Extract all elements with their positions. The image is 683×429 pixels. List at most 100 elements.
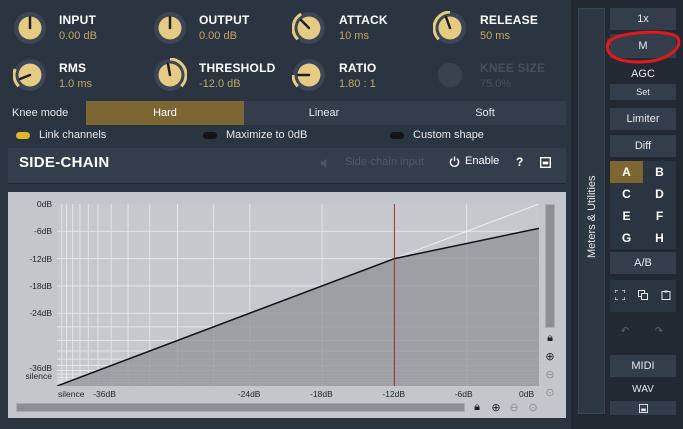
knob-value-threshold: -12.0 dB xyxy=(199,78,241,90)
knob-value-knee-size: 75.0% xyxy=(480,78,512,90)
preset-slot-b[interactable]: B xyxy=(643,161,676,183)
wav-label: WAV xyxy=(632,384,654,395)
custom-shape-label: Custom shape xyxy=(413,129,484,141)
ab-button[interactable]: A/B xyxy=(610,252,676,274)
limiter-button[interactable]: Limiter xyxy=(610,108,676,130)
knob-input[interactable] xyxy=(13,11,47,45)
meters-utilities-label: Meters & Utilities xyxy=(586,175,598,258)
knob-value-release: 50 ms xyxy=(480,30,510,42)
fullscreen-icon[interactable] xyxy=(611,286,629,304)
sidechain-title: SIDE-CHAIN xyxy=(19,154,110,171)
agc-label: AGC xyxy=(631,68,655,80)
preset-slot-c[interactable]: C xyxy=(610,183,643,205)
zoom-out-icon-vertical[interactable]: ⊖ xyxy=(543,368,557,381)
help-icon[interactable]: ? xyxy=(516,155,523,169)
preset-slot-a[interactable]: A xyxy=(610,161,643,183)
ratio-knob-icon xyxy=(292,59,325,91)
x-tick-label: -6dB xyxy=(454,389,473,399)
y-tick-label: -18dB xyxy=(29,280,52,291)
x-tick-label: -24dB xyxy=(237,389,261,399)
zoom-reset-icon-vertical[interactable]: ⊙ xyxy=(543,386,557,399)
custom-shape-switch-icon xyxy=(390,131,404,139)
paste-icon[interactable] xyxy=(657,286,675,304)
x-tick-label: -12dB xyxy=(382,389,406,399)
x-tick-label: silence xyxy=(58,389,85,399)
transfer-curve-plot[interactable] xyxy=(57,204,539,386)
knee-hard-button[interactable]: Hard xyxy=(86,101,244,125)
knob-ratio[interactable] xyxy=(292,58,326,92)
midi-button[interactable]: MIDI xyxy=(610,355,676,377)
knee-size-knob-icon xyxy=(437,62,463,88)
y-tick-label: -12dB xyxy=(29,253,52,264)
knob-label-rms: RMS xyxy=(59,61,87,75)
zoom-reset-icon-horizontal[interactable]: ⊙ xyxy=(526,401,540,414)
knee-soft-button[interactable]: Soft xyxy=(404,101,566,125)
zoom-out-icon-horizontal[interactable]: ⊖ xyxy=(507,401,521,414)
y-tick-label: 0dB xyxy=(36,199,52,209)
knob-value-rms: 1.0 ms xyxy=(59,78,93,90)
vertical-scrollbar[interactable] xyxy=(545,204,555,328)
knob-knee-size xyxy=(437,62,463,88)
knee-mode-label: Knee mode xyxy=(12,107,69,119)
link-channels-switch-icon xyxy=(16,131,30,139)
preset-slot-f[interactable]: F xyxy=(643,205,676,227)
maximize-toggle[interactable]: Maximize to 0dB xyxy=(203,128,307,142)
diff-button[interactable]: Diff xyxy=(610,135,676,157)
knob-rms[interactable] xyxy=(13,58,47,92)
sidechain-input-label: Side-chain input xyxy=(345,156,424,168)
wav-save-icon xyxy=(638,403,648,413)
zoom-in-icon-vertical[interactable]: ⊕ xyxy=(543,350,557,363)
undo-icon[interactable]: ↶ xyxy=(616,322,634,340)
knob-threshold[interactable] xyxy=(153,58,187,92)
knob-label-ratio: RATIO xyxy=(339,61,377,75)
knob-label-knee-size: KNEE SIZE xyxy=(480,61,546,75)
attack-knob-icon xyxy=(292,12,325,44)
knee-linear-button[interactable]: Linear xyxy=(244,101,404,125)
knob-value-ratio: 1.80 : 1 xyxy=(339,78,376,90)
preset-slot-e[interactable]: E xyxy=(610,205,643,227)
knob-label-release: RELEASE xyxy=(480,13,539,27)
knob-value-output: 0.00 dB xyxy=(199,30,237,42)
x-tick-label: -18dB xyxy=(310,389,333,399)
red-annotation-circle xyxy=(606,30,681,64)
y-tick-label: silence xyxy=(25,371,52,381)
preset-slot-d[interactable]: D xyxy=(643,183,676,205)
input-knob-icon xyxy=(14,12,46,44)
speaker-icon xyxy=(320,158,327,169)
custom-shape-toggle[interactable]: Custom shape xyxy=(390,128,484,142)
collapse-icon[interactable] xyxy=(540,157,551,168)
knob-label-input: INPUT xyxy=(59,13,96,27)
agc-set-button[interactable]: Set xyxy=(610,84,676,100)
copy-icon[interactable] xyxy=(634,286,652,304)
horizontal-scrollbar[interactable] xyxy=(16,403,465,412)
knob-label-output: OUTPUT xyxy=(199,13,250,27)
lock-icon-vertical[interactable]: 🔒︎ xyxy=(543,332,557,345)
y-tick-label: -24dB xyxy=(29,308,52,319)
zoom-in-icon-horizontal[interactable]: ⊕ xyxy=(489,401,503,414)
power-icon xyxy=(449,155,460,167)
threshold-knob-icon xyxy=(154,58,187,91)
knob-output[interactable] xyxy=(153,11,187,45)
output-knob-icon xyxy=(154,12,186,44)
link-channels-toggle[interactable]: Link channels xyxy=(16,128,106,142)
preset-slot-g[interactable]: G xyxy=(610,227,643,249)
maximize-label: Maximize to 0dB xyxy=(226,129,308,141)
preset-slot-h[interactable]: H xyxy=(643,227,676,249)
redo-icon[interactable]: ↷ xyxy=(650,322,668,340)
knob-label-threshold: THRESHOLD xyxy=(199,61,276,75)
link-channels-label: Link channels xyxy=(39,129,107,141)
x-tick-label: -36dB xyxy=(93,389,116,399)
y-tick-label: -6dB xyxy=(34,226,52,237)
knob-value-input: 0.00 dB xyxy=(59,30,97,42)
lock-icon-horizontal[interactable]: 🔒︎ xyxy=(470,401,484,414)
sidechain-enable-button[interactable]: Enable xyxy=(449,155,499,167)
knob-label-attack: ATTACK xyxy=(339,13,388,27)
rms-knob-icon xyxy=(13,59,46,91)
knob-attack[interactable] xyxy=(292,11,326,45)
knob-release[interactable] xyxy=(433,11,467,45)
release-knob-icon xyxy=(433,11,466,44)
transfer-graph-panel: 0dB -6dB -12dB -18dB -24dB -36dB silence silen… xyxy=(8,192,566,418)
maximize-switch-icon xyxy=(203,131,217,139)
wav-button[interactable] xyxy=(610,401,676,415)
x-tick-label: 0dB xyxy=(519,389,535,399)
